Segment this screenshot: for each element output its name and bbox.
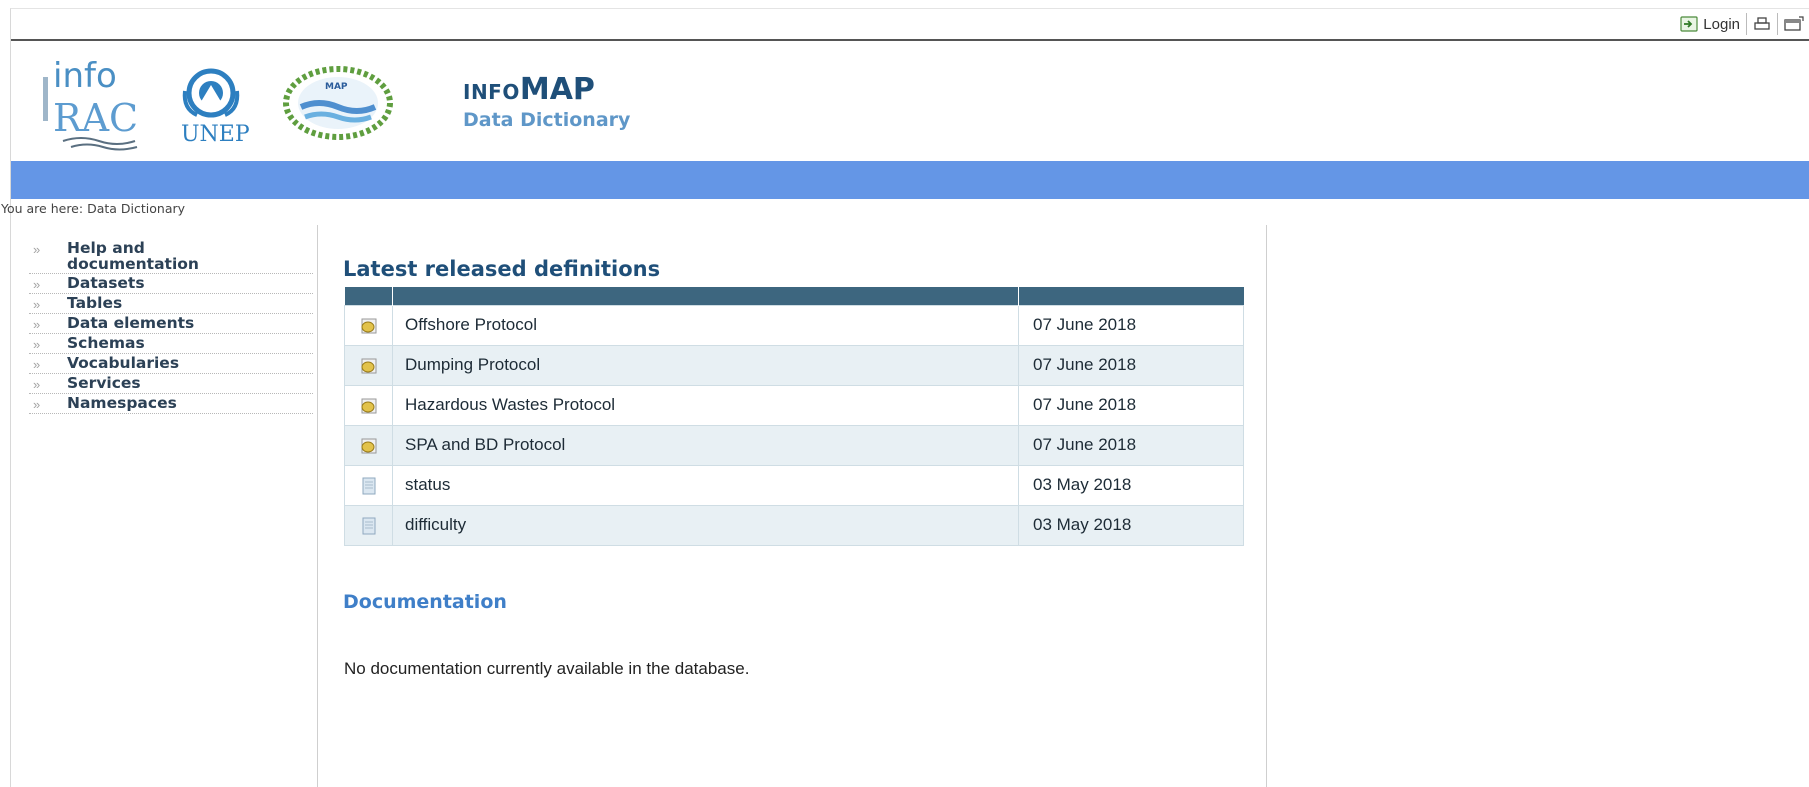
documentation-text: No documentation currently available in … [344,659,750,678]
nav-item-label[interactable]: Data elements [67,315,194,331]
table-row: Offshore Protocol 07 June 2018 [344,304,1244,346]
nav-item-label[interactable]: Schemas [67,335,145,351]
definition-date: 03 May 2018 [1018,504,1244,546]
table-header-name-col [392,287,1019,305]
definition-name[interactable]: Offshore Protocol [392,304,1019,346]
breadcrumb-prefix: You are here: [1,201,84,216]
toolbar: Login [1674,13,1804,35]
nav-item-datasets[interactable]: » Datasets [29,274,313,294]
fullscreen-icon [1784,16,1804,32]
inforac-logo[interactable]: info RAC [41,51,161,151]
nav-item-data-elements[interactable]: » Data elements [29,314,313,334]
nav-arrow-icon: » [33,242,41,257]
definition-name[interactable]: Dumping Protocol [392,344,1019,386]
dataset-icon [361,358,376,374]
nav-item-label[interactable]: Vocabularies [67,355,179,371]
dataset-icon [361,438,376,454]
login-icon [1680,16,1698,32]
table-row: Dumping Protocol 07 June 2018 [344,344,1244,386]
breadcrumb-current: Data Dictionary [87,201,186,216]
login-label: Login [1703,15,1740,33]
nav-item-label[interactable]: Namespaces [67,395,177,411]
breadcrumb: You are here: Data Dictionary [1,201,185,216]
nav-item-schemas[interactable]: » Schemas [29,334,313,354]
svg-text:RAC: RAC [53,96,138,140]
svg-text:MAP: MAP [325,82,348,92]
nav-item-label[interactable]: Tables [67,295,122,311]
table-header-date-col [1018,287,1244,305]
definition-name[interactable]: SPA and BD Protocol [392,424,1019,466]
nav-item-namespaces[interactable]: » Namespaces [29,394,313,414]
section-title-latest: Latest released definitions [343,257,661,281]
nav-item-label[interactable]: Services [67,375,141,391]
header-accent-bar [11,161,1809,199]
main-content: Latest released definitions Offshore Pro… [317,225,1267,787]
definition-date: 03 May 2018 [1018,464,1244,506]
table-cell-icon [344,464,393,506]
nav-item-label[interactable]: Datasets [67,275,145,291]
map-logo[interactable]: MAP [281,63,396,143]
svg-text:UNEP: UNEP [181,122,250,145]
table-header-icon-col [345,287,393,305]
dataset-icon [361,398,376,414]
fullscreen-button[interactable] [1778,13,1804,35]
definition-name[interactable]: status [392,464,1019,506]
site-title-main: INFOMAP [463,75,630,105]
definition-date: 07 June 2018 [1018,384,1244,426]
nav-item-tables[interactable]: » Tables [29,294,313,314]
nav-item-services[interactable]: » Services [29,374,313,394]
nav-arrow-icon: » [33,337,41,352]
table-row: status 03 May 2018 [344,464,1244,506]
definition-name[interactable]: difficulty [392,504,1019,546]
left-navigation: » Help and documentation » Datasets » Ta… [29,239,313,414]
table-row: Hazardous Wastes Protocol 07 June 2018 [344,384,1244,426]
definition-date: 07 June 2018 [1018,304,1244,346]
nav-arrow-icon: » [33,397,41,412]
nav-item-label[interactable]: Help and documentation [67,240,247,272]
title-main: MAP [519,72,595,107]
site-header: info RAC UNEP MAP INFOMAP Data Dictionar… [11,43,1809,161]
nav-arrow-icon: » [33,377,41,392]
table-cell-icon [344,384,393,426]
page-frame: Login info RAC UNEP MAP INFOMAP Data Dic… [1,8,1809,787]
definition-date: 07 June 2018 [1018,424,1244,466]
table-row: difficulty 03 May 2018 [344,504,1244,546]
login-button[interactable]: Login [1674,13,1747,35]
table-cell-icon [344,424,393,466]
table-row: SPA and BD Protocol 07 June 2018 [344,424,1244,466]
definitions-table: Offshore Protocol 07 June 2018 Dumping P… [344,287,1244,546]
nav-arrow-icon: » [33,277,41,292]
nav-arrow-icon: » [33,317,41,332]
document-icon [362,477,375,495]
definition-name[interactable]: Hazardous Wastes Protocol [392,384,1019,426]
document-icon [362,517,375,535]
site-subtitle: Data Dictionary [463,109,631,131]
nav-item-help[interactable]: » Help and documentation [29,239,313,274]
print-button[interactable] [1747,13,1778,35]
nav-item-vocabularies[interactable]: » Vocabularies [29,354,313,374]
title-prefix: INFO [463,80,520,104]
svg-text:info: info [53,56,117,96]
documentation-title: Documentation [343,591,507,613]
unep-logo[interactable]: UNEP [171,65,261,147]
printer-icon [1753,16,1771,32]
site-title: INFOMAP Data Dictionary [463,75,631,132]
table-cell-icon [344,344,393,386]
nav-arrow-icon: » [33,297,41,312]
table-header-row [344,287,1244,305]
nav-arrow-icon: » [33,357,41,372]
definition-date: 07 June 2018 [1018,344,1244,386]
table-cell-icon [344,504,393,546]
top-toolbar-bar: Login [11,9,1809,41]
dataset-icon [361,318,376,334]
table-cell-icon [344,304,393,346]
